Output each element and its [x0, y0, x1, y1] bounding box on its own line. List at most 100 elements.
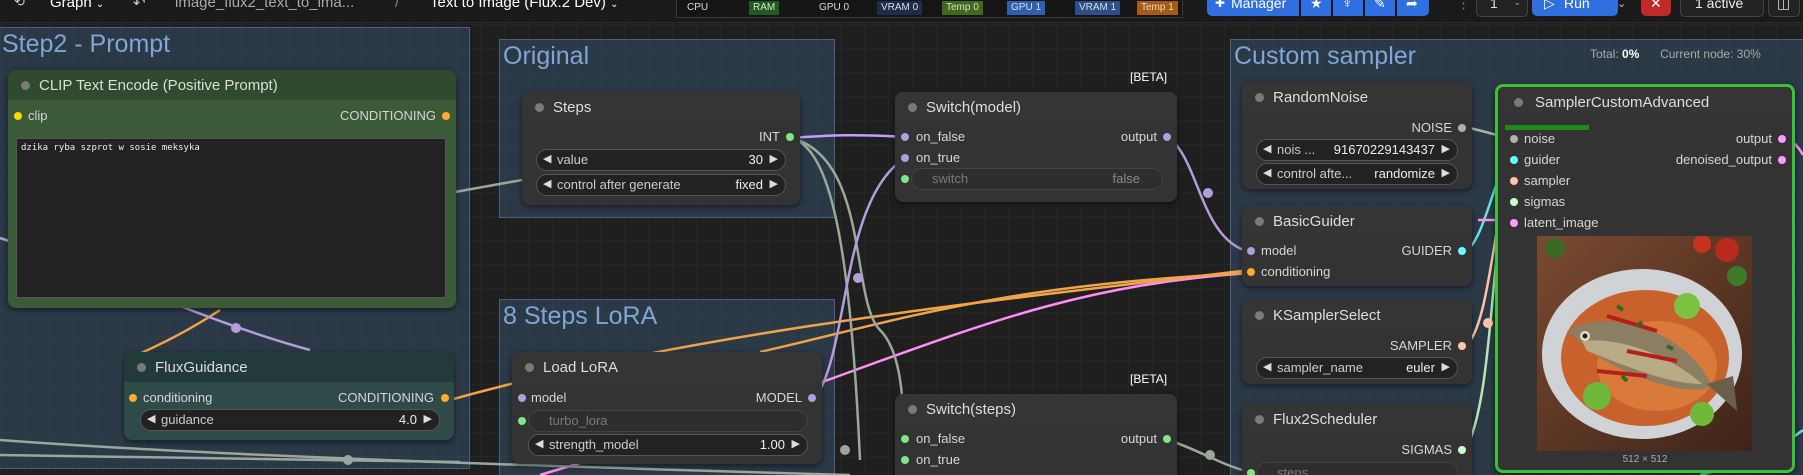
increment-arrow-icon[interactable]: ▶: [424, 412, 432, 425]
output-slot-sigmas[interactable]: [1458, 446, 1466, 454]
sampler-name-combo[interactable]: ◀ sampler_name euler ▶: [1256, 357, 1458, 379]
output-slot-output[interactable]: [1163, 435, 1171, 443]
input-slot-on-true[interactable]: [901, 456, 909, 464]
input-slot-latent[interactable]: [1510, 219, 1518, 227]
decrement-arrow-icon[interactable]: ◀: [1263, 142, 1271, 155]
node-title-bar[interactable]: Load LoRA: [512, 352, 822, 382]
undo-icon[interactable]: ↶: [133, 0, 146, 12]
output-slot-output[interactable]: [1778, 135, 1786, 143]
control-after-generate-combo[interactable]: ◀ control afte... randomize ▶: [1256, 163, 1458, 185]
collapse-dot-icon[interactable]: [1255, 217, 1264, 226]
collapse-dot-icon[interactable]: [1255, 415, 1264, 424]
workflow-file-name[interactable]: image_flux2_text_to_ima...: [175, 0, 354, 11]
node-graph-canvas[interactable]: Step2 - Prompt Original 8 Steps LoRA Cus…: [0, 0, 1803, 475]
hierarchy-button[interactable]: ♆: [1333, 0, 1363, 16]
chevron-down-icon[interactable]: ⌄: [96, 0, 104, 10]
decrement-arrow-icon[interactable]: ◀: [1263, 360, 1271, 373]
node-title-bar[interactable]: Switch(model): [895, 92, 1177, 122]
run-options-chevron-icon[interactable]: ⌄: [1617, 0, 1626, 10]
input-slot-model[interactable]: [1247, 247, 1255, 255]
input-slot-steps[interactable]: [1247, 469, 1255, 475]
value-number-widget[interactable]: ◀ value 30 ▶: [536, 149, 786, 171]
chevron-down-icon[interactable]: ⌄: [1513, 0, 1521, 8]
input-slot-on-false[interactable]: [901, 133, 909, 141]
pencil-button[interactable]: ✎: [1365, 0, 1395, 16]
node-title-bar[interactable]: KSamplerSelect: [1242, 300, 1472, 330]
graph-tab-icon[interactable]: ⟲: [14, 0, 25, 10]
input-slot-guider[interactable]: [1510, 156, 1518, 164]
collapse-dot-icon[interactable]: [535, 103, 544, 112]
input-slot-sigmas[interactable]: [1510, 198, 1518, 206]
noise-seed-widget[interactable]: ◀ nois ... 91670229143437 ▶: [1256, 139, 1458, 161]
collapse-dot-icon[interactable]: [1514, 98, 1523, 107]
input-slot-switch[interactable]: [901, 175, 909, 183]
output-slot-conditioning[interactable]: [442, 112, 450, 120]
strength-model-widget[interactable]: ◀ strength_model 1.00 ▶: [528, 434, 808, 456]
output-slot-int[interactable]: [786, 133, 794, 141]
panel-toggle-button[interactable]: ◫: [1768, 0, 1800, 17]
stop-button[interactable]: ✕: [1641, 0, 1671, 16]
input-slot-lora-name[interactable]: [518, 417, 526, 425]
share-button[interactable]: ➦: [1397, 0, 1429, 16]
chevron-down-icon[interactable]: ⌄: [610, 0, 618, 10]
node-switch-model[interactable]: Switch(model) on_false output on_true sw…: [895, 92, 1177, 202]
input-slot-conditioning[interactable]: [1247, 268, 1255, 276]
decrement-arrow-icon[interactable]: ◀: [543, 152, 551, 165]
collapse-dot-icon[interactable]: [908, 103, 917, 112]
input-slot-model[interactable]: [518, 394, 526, 402]
run-button[interactable]: ▷ Run: [1532, 0, 1618, 16]
steps-widget[interactable]: steps: [1256, 462, 1458, 475]
collapse-dot-icon[interactable]: [908, 405, 917, 414]
node-load-lora[interactable]: Load LoRA model MODEL turbo_lora ◀ stren…: [512, 352, 822, 464]
node-title-bar[interactable]: BasicGuider: [1242, 206, 1472, 236]
node-title-bar[interactable]: Switch(steps): [895, 394, 1177, 424]
node-title-bar[interactable]: SamplerCustomAdvanced: [1498, 87, 1792, 117]
prompt-textarea[interactable]: dzika ryba szprot w sosie meksyka: [16, 138, 446, 298]
node-basic-guider[interactable]: BasicGuider model GUIDER conditioning: [1242, 206, 1472, 286]
increment-arrow-icon[interactable]: ▶: [770, 177, 778, 190]
node-title-bar[interactable]: Flux2Scheduler: [1242, 404, 1472, 434]
decrement-arrow-icon[interactable]: ◀: [147, 412, 155, 425]
output-slot-conditioning[interactable]: [441, 394, 449, 402]
input-slot-clip[interactable]: [14, 112, 22, 120]
input-slot-on-true[interactable]: [901, 154, 909, 162]
preview-image[interactable]: [1537, 236, 1752, 451]
guidance-number-widget[interactable]: ◀ guidance 4.0 ▶: [140, 409, 440, 431]
increment-arrow-icon[interactable]: ▶: [1442, 360, 1450, 373]
increment-arrow-icon[interactable]: ▶: [1442, 166, 1450, 179]
collapse-dot-icon[interactable]: [525, 363, 534, 372]
manager-button[interactable]: ✚ Manager: [1207, 0, 1299, 16]
output-slot-noise[interactable]: [1458, 124, 1466, 132]
output-slot-output[interactable]: [1163, 133, 1171, 141]
node-flux2-scheduler[interactable]: Flux2Scheduler SIGMAS steps: [1242, 404, 1472, 475]
input-slot-noise[interactable]: [1510, 135, 1518, 143]
node-title-bar[interactable]: Steps: [522, 92, 800, 122]
decrement-arrow-icon[interactable]: ◀: [535, 437, 543, 450]
node-clip-text-encode[interactable]: CLIP Text Encode (Positive Prompt) clip …: [8, 70, 456, 308]
node-flux-guidance[interactable]: FluxGuidance conditioning CONDITIONING ◀…: [124, 352, 454, 440]
decrement-arrow-icon[interactable]: ◀: [1263, 166, 1271, 179]
node-switch-steps[interactable]: Switch(steps) on_false output on_true: [895, 394, 1177, 475]
collapse-dot-icon[interactable]: [1255, 93, 1264, 102]
control-after-generate-combo[interactable]: ◀ control after generate fixed ▶: [536, 174, 786, 196]
collapse-dot-icon[interactable]: [21, 81, 30, 90]
input-slot-sampler[interactable]: [1510, 177, 1518, 185]
output-slot-model[interactable]: [808, 394, 816, 402]
node-title-bar[interactable]: CLIP Text Encode (Positive Prompt): [8, 70, 456, 100]
node-title-bar[interactable]: FluxGuidance: [124, 352, 454, 382]
input-slot-conditioning[interactable]: [129, 394, 137, 402]
node-title-bar[interactable]: RandomNoise: [1242, 82, 1472, 112]
output-slot-denoised[interactable]: [1778, 156, 1786, 164]
increment-arrow-icon[interactable]: ▶: [1442, 142, 1450, 155]
collapse-dot-icon[interactable]: [1255, 311, 1264, 320]
output-slot-sampler[interactable]: [1458, 342, 1466, 350]
star-button[interactable]: ★: [1301, 0, 1331, 16]
decrement-arrow-icon[interactable]: ◀: [543, 177, 551, 190]
increment-arrow-icon[interactable]: ▶: [792, 437, 800, 450]
collapse-dot-icon[interactable]: [137, 363, 146, 372]
increment-arrow-icon[interactable]: ▶: [770, 152, 778, 165]
switch-toggle-widget[interactable]: switch false: [911, 168, 1163, 190]
queue-count-stepper[interactable]: 1 ⌄: [1476, 0, 1528, 17]
graph-tab[interactable]: Graph ⌄: [50, 0, 104, 11]
node-sampler-custom-advanced[interactable]: SamplerCustomAdvanced noise output guide…: [1495, 84, 1795, 473]
